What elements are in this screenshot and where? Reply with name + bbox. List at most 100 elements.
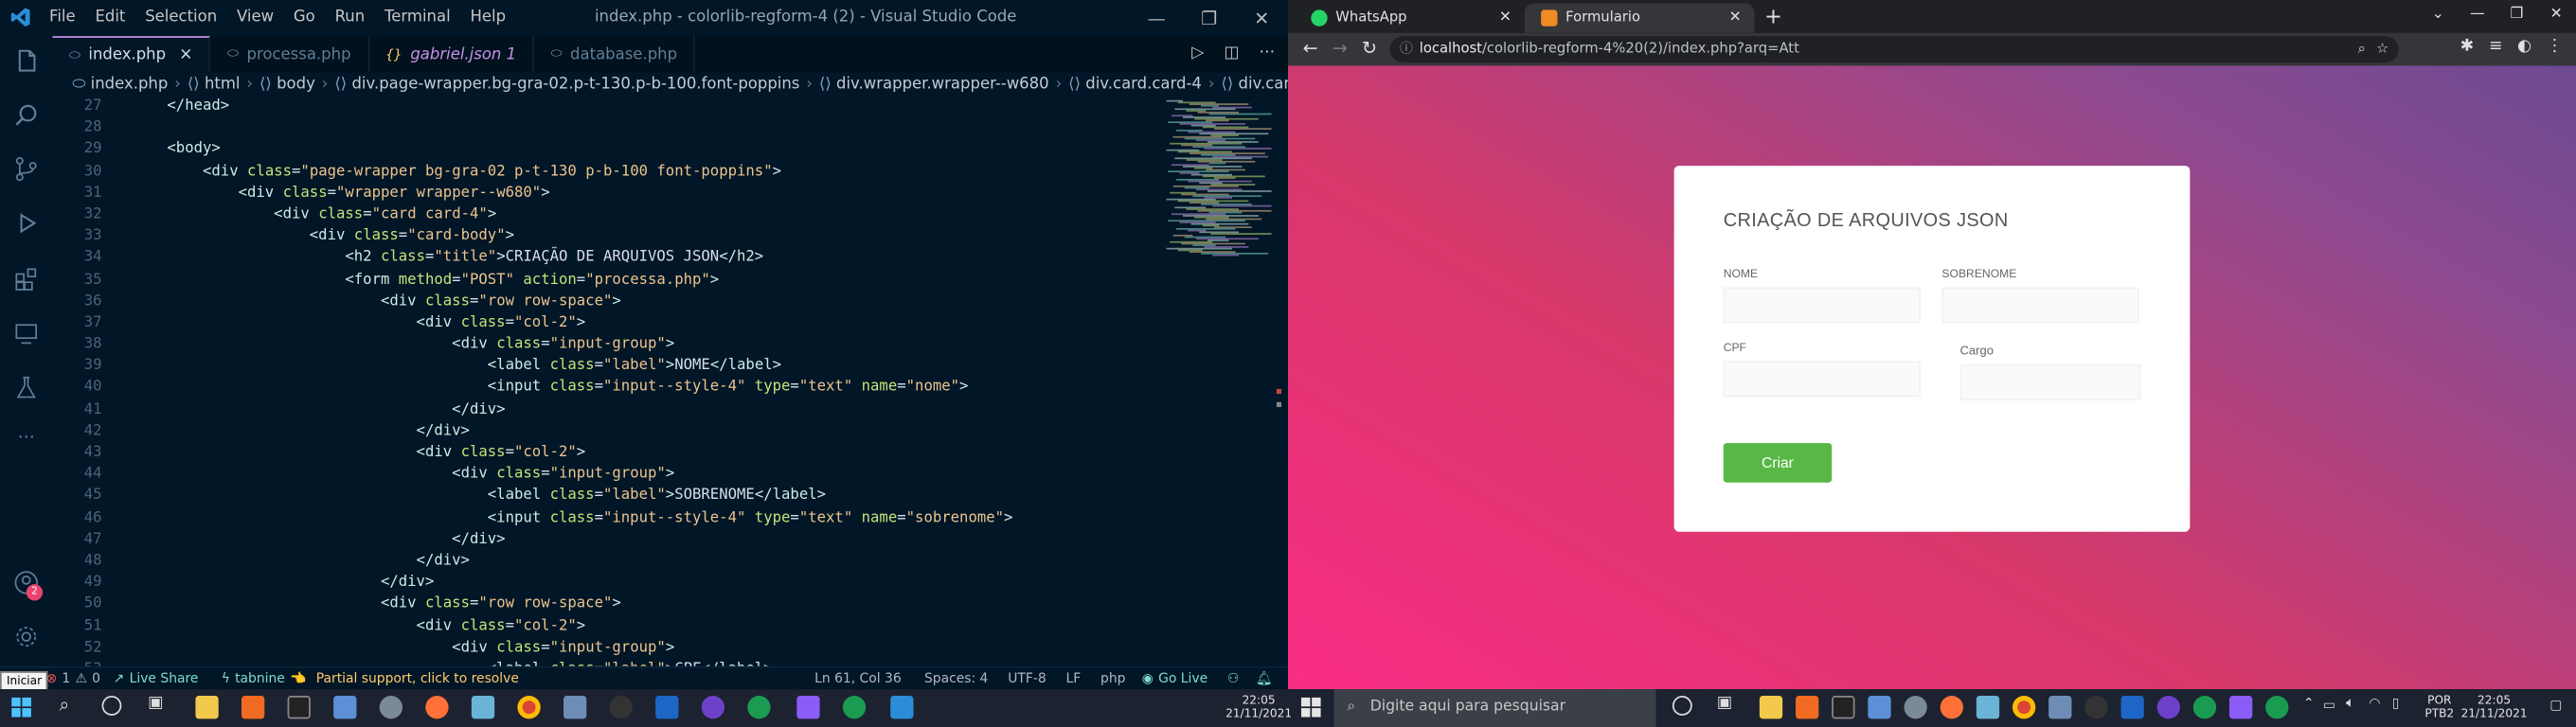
run-file-icon[interactable]: ▷ bbox=[1191, 44, 1204, 62]
feedback-icon[interactable]: ⚇ bbox=[1227, 671, 1239, 686]
breadcrumb-item[interactable]: div.wrapper.wrapper--w680 bbox=[836, 76, 1049, 94]
tab-index-php[interactable]: ⬭ index.php × bbox=[52, 36, 211, 73]
breadcrumb-item[interactable]: html bbox=[205, 76, 241, 94]
bookmark-star-icon[interactable]: ☆ bbox=[2376, 36, 2388, 62]
criar-button[interactable]: Criar bbox=[1723, 443, 1833, 483]
run-debug-icon[interactable] bbox=[13, 210, 40, 237]
code-line[interactable]: 37 <div class="col-2"> bbox=[53, 313, 1157, 335]
tabnine-status[interactable]: ϟ tabnine 👈 bbox=[222, 671, 307, 686]
code-line[interactable]: 49 </div> bbox=[53, 573, 1157, 594]
breadcrumb-item[interactable]: div.page-wrapper.bg-gra-02.p-t-130.p-b-1… bbox=[351, 76, 799, 94]
cortana-icon[interactable] bbox=[101, 696, 122, 716]
minimize-icon[interactable]: — bbox=[2458, 0, 2497, 29]
tray-chevron-icon[interactable]: ⌃ bbox=[2303, 696, 2315, 711]
chrome-taskbar-icon[interactable] bbox=[517, 696, 541, 719]
restore-icon[interactable]: ❐ bbox=[1183, 0, 1236, 36]
extensions-icon[interactable] bbox=[13, 266, 40, 293]
settings-gear-icon[interactable] bbox=[13, 624, 40, 650]
xampp-icon[interactable] bbox=[242, 696, 265, 719]
close-tab-icon[interactable]: ✕ bbox=[1499, 9, 1512, 26]
hs-app-icon[interactable] bbox=[842, 696, 867, 719]
terminal-icon[interactable] bbox=[1832, 696, 1855, 719]
code-line[interactable]: 28 bbox=[53, 118, 1157, 140]
reload-icon[interactable]: ↻ bbox=[1362, 38, 1377, 60]
vscode-taskbar-icon[interactable] bbox=[890, 696, 914, 719]
search-icon[interactable] bbox=[13, 101, 40, 128]
task-view-icon[interactable]: ▣ bbox=[1717, 694, 1732, 712]
code-line[interactable]: 48 </div> bbox=[53, 551, 1157, 573]
close-icon[interactable]: ✕ bbox=[1235, 0, 1288, 36]
taskbar-clock[interactable]: 22:05 21/11/2021 bbox=[1225, 694, 1292, 720]
cortana-icon[interactable] bbox=[1672, 696, 1692, 716]
task-view-icon[interactable]: ▣ bbox=[148, 694, 163, 712]
tab-formulario[interactable]: Formulario ✕ bbox=[1524, 3, 1755, 33]
sobrenome-input[interactable] bbox=[1941, 287, 2139, 324]
testing-icon[interactable] bbox=[13, 374, 40, 400]
chrome-taskbar-icon[interactable] bbox=[2012, 696, 2036, 719]
code-line[interactable]: 53 <label class="label">CPF</label> bbox=[53, 660, 1157, 665]
workbench-icon[interactable] bbox=[2120, 696, 2144, 719]
windows-start-icon[interactable] bbox=[1300, 697, 1321, 718]
notepad-icon[interactable] bbox=[1976, 696, 2000, 719]
tab-search-icon[interactable]: ⌄ bbox=[2418, 0, 2458, 29]
encoding-status[interactable]: UTF-8 bbox=[1008, 671, 1046, 686]
github-desktop-icon[interactable] bbox=[2156, 696, 2180, 719]
code-line[interactable]: 32 <div class="card card-4"> bbox=[53, 205, 1157, 227]
extensions-puzzle-icon[interactable]: ✱ bbox=[2460, 38, 2475, 56]
nome-input[interactable] bbox=[1723, 287, 1921, 324]
cargo-input[interactable] bbox=[1959, 364, 2141, 401]
vs-icon[interactable] bbox=[796, 696, 820, 719]
menu-item-selection[interactable]: Selection bbox=[145, 9, 217, 27]
language-status[interactable]: php bbox=[1100, 671, 1125, 686]
indentation-status[interactable]: Spaces: 4 bbox=[924, 671, 988, 686]
menu-item-run[interactable]: Run bbox=[335, 9, 366, 27]
calculator-icon[interactable] bbox=[333, 696, 357, 719]
file-explorer-icon[interactable] bbox=[195, 696, 219, 719]
menu-item-file[interactable]: File bbox=[49, 9, 76, 27]
taskbar-search[interactable]: ⌕ Digite aqui para pesquisar bbox=[1333, 689, 1656, 727]
code-line[interactable]: 35 <form method="POST" action="processa.… bbox=[53, 270, 1157, 292]
menu-item-view[interactable]: View bbox=[237, 9, 274, 27]
close-icon[interactable]: ✕ bbox=[2536, 0, 2576, 29]
network-icon[interactable]: ▭ bbox=[2323, 698, 2335, 713]
notepad-icon[interactable] bbox=[471, 696, 495, 719]
app-icon[interactable] bbox=[379, 696, 403, 719]
search-icon[interactable]: ⌕ bbox=[59, 694, 69, 717]
wifi-icon[interactable]: ◠ bbox=[2369, 696, 2380, 711]
notification-center-icon[interactable]: ▢ bbox=[2549, 698, 2562, 713]
code-line[interactable]: 42 </div> bbox=[53, 421, 1157, 443]
windows-start-icon[interactable] bbox=[11, 697, 31, 718]
cursor-position[interactable]: Ln 61, Col 36 bbox=[814, 671, 902, 686]
code-line[interactable]: 27 </head> bbox=[53, 97, 1157, 118]
breadcrumb-item[interactable]: body bbox=[277, 76, 315, 94]
code-line[interactable]: 46 <input class="input--style-4" type="t… bbox=[53, 508, 1157, 530]
partial-support-status[interactable]: Partial support, click to resolve bbox=[316, 671, 519, 686]
code-line[interactable]: 43 <div class="col-2"> bbox=[53, 443, 1157, 465]
back-icon[interactable]: ← bbox=[1303, 38, 1318, 60]
new-tab-icon[interactable]: + bbox=[1764, 5, 1782, 29]
code-line[interactable]: 52 <div class="input-group"> bbox=[53, 638, 1157, 660]
forward-icon[interactable]: → bbox=[1333, 38, 1348, 60]
tab-database-php[interactable]: ⬭ database.php bbox=[534, 36, 696, 73]
app-icon[interactable] bbox=[1904, 696, 1927, 719]
breadcrumb-item[interactable]: div.card.card-4 bbox=[1085, 76, 1202, 94]
code-line[interactable]: 38 <div class="input-group"> bbox=[53, 335, 1157, 357]
minimize-icon[interactable]: — bbox=[1130, 0, 1183, 36]
hs-app-icon[interactable] bbox=[747, 696, 771, 719]
editor-scrollbar[interactable] bbox=[1271, 97, 1289, 666]
breadcrumb-item[interactable]: div.card-body bbox=[1238, 76, 1288, 94]
code-editor[interactable]: 27 </head> 28 29 <body> 30 <div class="page… bbox=[53, 97, 1157, 666]
menu-item-edit[interactable]: Edit bbox=[95, 9, 125, 27]
split-editor-icon[interactable]: ◫ bbox=[1224, 44, 1239, 62]
code-line[interactable]: 40 <input class="input--style-4" type="t… bbox=[53, 378, 1157, 399]
code-line[interactable]: 51 <div class="col-2"> bbox=[53, 616, 1157, 638]
tab-whatsapp[interactable]: WhatsApp ✕ bbox=[1295, 3, 1525, 32]
source-control-icon[interactable] bbox=[13, 156, 40, 183]
terminal-icon[interactable] bbox=[287, 696, 311, 719]
volume-icon[interactable]: 🔈︎ bbox=[2346, 696, 2354, 712]
go-live-status[interactable]: ◉ Go Live bbox=[1142, 671, 1208, 686]
xampp-icon[interactable] bbox=[1796, 696, 1819, 719]
file-explorer-icon[interactable] bbox=[1759, 696, 1783, 719]
menu-item-help[interactable]: Help bbox=[470, 9, 506, 27]
firefox-icon[interactable] bbox=[425, 696, 449, 719]
